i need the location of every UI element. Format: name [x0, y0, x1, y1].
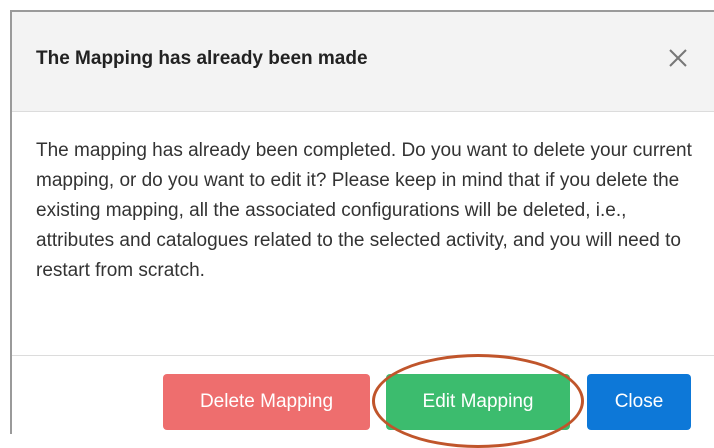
footer-divider	[12, 355, 714, 356]
modal-header: The Mapping has already been made	[12, 12, 714, 112]
close-icon-glyph	[669, 49, 687, 67]
modal-dialog: The Mapping has already been made The ma…	[10, 10, 714, 448]
edit-mapping-button[interactable]: Edit Mapping	[386, 374, 570, 430]
delete-mapping-button[interactable]: Delete Mapping	[163, 374, 370, 430]
close-icon[interactable]	[666, 46, 690, 70]
modal-title: The Mapping has already been made	[36, 48, 368, 69]
modal-body-text: The mapping has already been completed. …	[36, 140, 692, 281]
close-button[interactable]: Close	[587, 374, 691, 430]
